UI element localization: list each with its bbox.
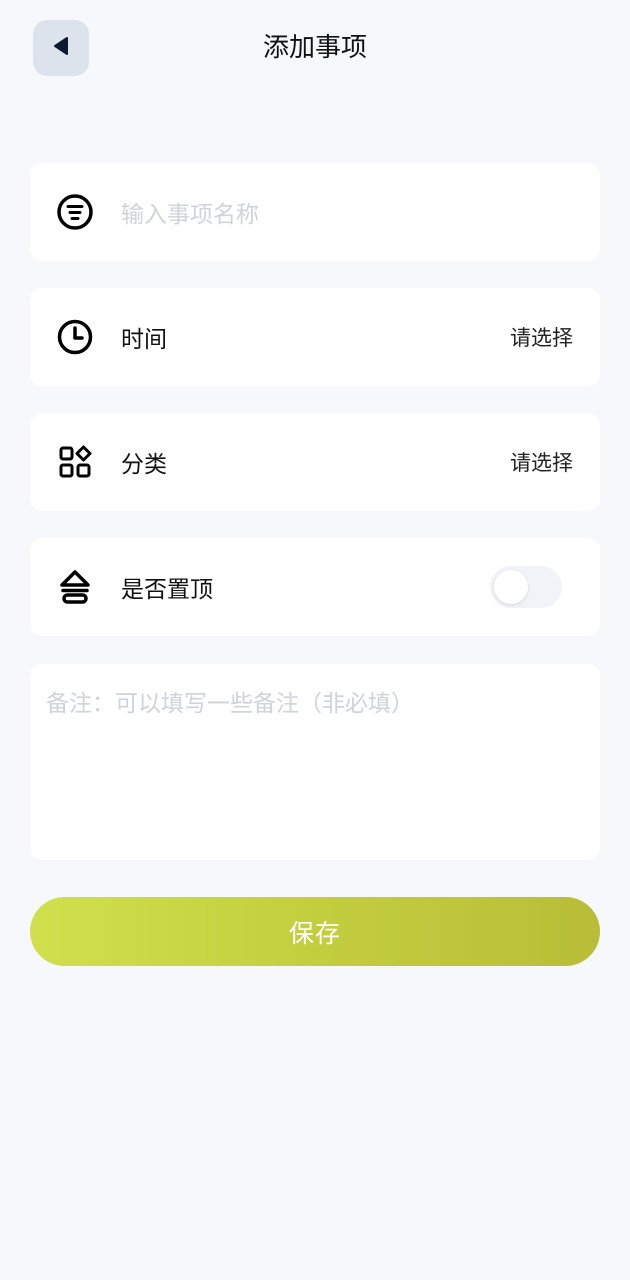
add-item-screen: 添加事项 输入事项名称 时间 请选择 分类 请选择 是否置顶 备注：可以填写一些…: [0, 0, 630, 1280]
item-name-card[interactable]: 输入事项名称: [30, 163, 600, 261]
category-label: 分类: [121, 452, 167, 478]
category-select[interactable]: 请选择: [510, 447, 573, 477]
toggle-knob: [494, 570, 528, 604]
time-label: 时间: [121, 327, 167, 353]
item-name-input[interactable]: 输入事项名称: [121, 195, 259, 229]
pin-top-toggle[interactable]: [490, 566, 562, 608]
list-circle-icon: [56, 193, 94, 231]
note-placeholder: 备注：可以填写一些备注（非必填）: [46, 691, 414, 717]
time-row[interactable]: 时间 请选择: [30, 288, 600, 386]
grid-category-icon: [56, 443, 94, 481]
note-textarea[interactable]: 备注：可以填写一些备注（非必填）: [30, 664, 600, 860]
category-row[interactable]: 分类 请选择: [30, 413, 600, 511]
clock-icon: [56, 318, 94, 356]
pin-top-label: 是否置顶: [121, 577, 213, 603]
save-button-label: 保存: [288, 918, 341, 948]
save-button[interactable]: 保存: [30, 897, 600, 966]
page-title: 添加事项: [262, 33, 367, 63]
pin-top-row: 是否置顶: [30, 538, 600, 636]
time-select[interactable]: 请选择: [510, 322, 573, 352]
pin-top-icon: [56, 568, 94, 606]
